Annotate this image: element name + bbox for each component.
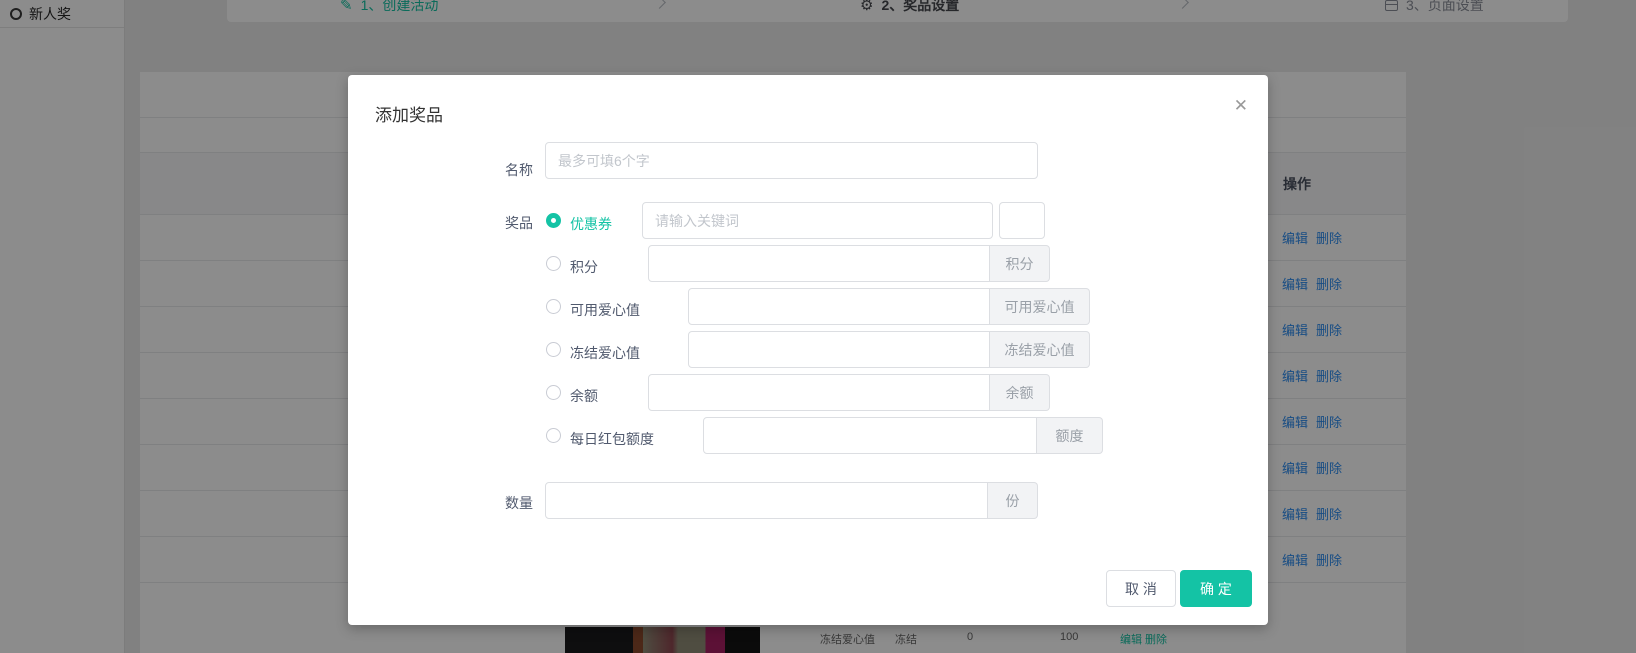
radio-daily-redpacket[interactable]	[546, 428, 561, 443]
radio-coupon[interactable]	[546, 213, 561, 228]
coupon-keyword-input[interactable]	[642, 202, 993, 239]
radio-available-love[interactable]	[546, 299, 561, 314]
daily-redpacket-input[interactable]	[703, 417, 1037, 454]
frozen-love-input[interactable]	[688, 331, 990, 368]
balance-suffix: 余额	[990, 374, 1050, 411]
option-label-coupon[interactable]: 优惠券	[570, 214, 612, 234]
available-love-suffix: 可用爱心值	[990, 288, 1090, 325]
radio-balance[interactable]	[546, 385, 561, 400]
name-field-label: 名称	[458, 160, 533, 180]
daily-redpacket-suffix: 额度	[1037, 417, 1103, 454]
coupon-addon-box[interactable]	[999, 202, 1045, 239]
option-label-frozen-love[interactable]: 冻结爱心值	[570, 343, 640, 363]
quantity-input[interactable]	[545, 482, 988, 519]
balance-input[interactable]	[648, 374, 990, 411]
points-amount-input[interactable]	[648, 245, 990, 282]
radio-points[interactable]	[546, 256, 561, 271]
option-label-available-love[interactable]: 可用爱心值	[570, 300, 640, 320]
prize-field-label: 奖品	[458, 213, 533, 233]
quantity-field-label: 数量	[458, 493, 533, 513]
prize-name-input[interactable]	[545, 142, 1038, 179]
cancel-button[interactable]: 取 消	[1106, 570, 1176, 607]
close-icon[interactable]: ✕	[1230, 93, 1252, 118]
radio-frozen-love[interactable]	[546, 342, 561, 357]
frozen-love-suffix: 冻结爱心值	[990, 331, 1090, 368]
available-love-input[interactable]	[688, 288, 990, 325]
confirm-button[interactable]: 确 定	[1180, 570, 1252, 607]
add-prize-modal: 添加奖品 ✕ 名称 奖品 优惠券 积分 积分 可用爱心值 可用爱心值 冻结爱心值…	[348, 75, 1268, 625]
modal-title: 添加奖品	[375, 101, 443, 126]
points-suffix: 积分	[990, 245, 1050, 282]
option-label-daily-redpacket[interactable]: 每日红包额度	[570, 429, 654, 449]
quantity-suffix: 份	[988, 482, 1038, 519]
option-label-balance[interactable]: 余额	[570, 386, 598, 406]
option-label-points[interactable]: 积分	[570, 257, 598, 277]
page: 新人奖 ✎ 1、创建活动 ⚙ 2、奖品设置 3、页面设置 操作 编辑 删除 编辑	[0, 0, 1636, 653]
